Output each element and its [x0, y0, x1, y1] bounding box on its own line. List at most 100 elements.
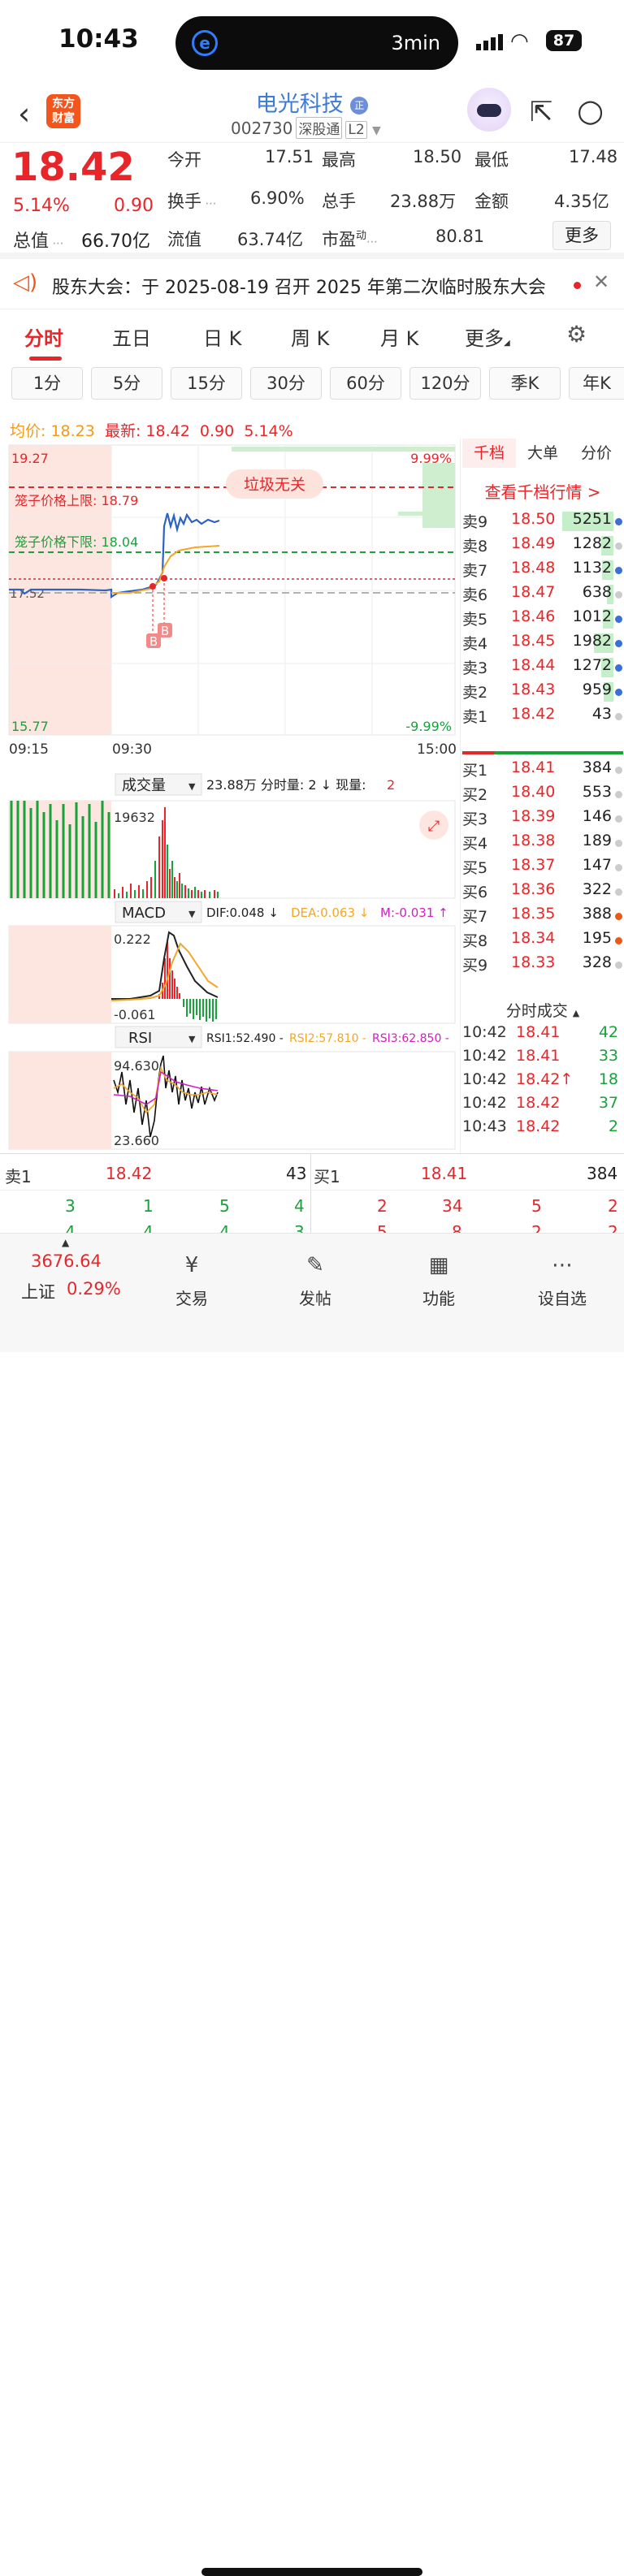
interval-60m[interactable]: 60分 [330, 367, 401, 400]
trade-price: 18.41 [516, 1023, 561, 1041]
macd-top-label: 0.222 [114, 931, 151, 947]
interval-15m[interactable]: 15分 [171, 367, 242, 400]
tab-thousand-level[interactable]: 千档 [462, 439, 516, 468]
svg-text:⤢: ⤢ [428, 818, 440, 835]
macd-dea: DEA:0.063 ↓ [291, 905, 369, 920]
chevron-down-icon: ▼ [372, 124, 381, 137]
trade-time: 10:42 [462, 1094, 507, 1112]
bid-row[interactable]: 买7 18.35 388 [461, 905, 624, 929]
island-timer: 3min [391, 32, 440, 54]
tab-big-orders[interactable]: 大单 [516, 439, 570, 468]
view-thousand-level-link[interactable]: 查看千档行情 > [461, 479, 624, 503]
intraday-chart-area[interactable]: 垃圾无关 19.27 15.77 17.52 9.99% -9.99% 笼子价格… [0, 439, 460, 1153]
bid-row[interactable]: 买6 18.36 322 [461, 880, 624, 905]
ask-price: 18.45 [511, 632, 556, 650]
change-percent: 5.14% [13, 196, 70, 216]
unread-dot [574, 282, 581, 289]
announcement-bar[interactable]: ◁) 股东大会：于 2025-08-19 召开 2025 年第二次临时股东大会 … [0, 259, 624, 309]
gear-icon[interactable]: ⚙ [566, 321, 587, 348]
ask-row[interactable]: 卖3 18.44 1272 [461, 656, 624, 681]
announcement-text[interactable]: 股东大会：于 2025-08-19 召开 2025 年第二次临时股东大会 [52, 273, 546, 299]
bid-row[interactable]: 买4 18.38 189 [461, 832, 624, 856]
stock-code-row[interactable]: 002730 深股通 L2 ▼ [231, 117, 381, 139]
add-watchlist-tab[interactable]: ⋯ 设自选 [518, 1251, 607, 1309]
index-value[interactable]: 3676.64 [31, 1251, 102, 1271]
ask-row[interactable]: 卖7 18.48 1132 [461, 559, 624, 583]
bid-queue-3: 5 [531, 1196, 542, 1216]
tab-five-day[interactable]: 五日 [112, 322, 151, 351]
tab-daily-k[interactable]: 日 K [203, 322, 241, 351]
high-label: 最高 [322, 150, 356, 170]
ask-row[interactable]: 卖9 18.50 5251 [461, 510, 624, 534]
ask-row[interactable]: 卖2 18.43 959 [461, 681, 624, 705]
trades-header[interactable]: 分时成交 ▲ [461, 999, 624, 1021]
last-percent: 5.14% [244, 422, 293, 440]
bid-row[interactable]: 买3 18.39 146 [461, 807, 624, 832]
y-top-label: 19.27 [11, 451, 49, 466]
ask-row[interactable]: 卖6 18.47 638 [461, 583, 624, 607]
bid-row[interactable]: 买9 18.33 328 [461, 953, 624, 978]
ask-row[interactable]: 卖4 18.45 1982 [461, 632, 624, 656]
upper-limit-label: 笼子价格上限: 18.79 [15, 493, 138, 508]
ask-row[interactable]: 卖8 18.49 1282 [461, 534, 624, 559]
order-dot-icon [615, 616, 622, 623]
interval-1m[interactable]: 1分 [11, 367, 83, 400]
macd-m: M:-0.031 ↑ [380, 905, 448, 920]
bid-price: 18.38 [511, 832, 556, 849]
bid-level-label: 买4 [462, 835, 488, 853]
order-book-tabs: 千档 大单 分价 [461, 439, 624, 468]
dynamic-island[interactable]: e 3min [176, 16, 458, 70]
pct-bottom-label: -9.99% [405, 719, 452, 734]
ask-volume: 1982 [572, 632, 612, 650]
ask-level-label: 卖5 [462, 611, 488, 629]
trade-time: 10:42 [462, 1070, 507, 1088]
tab-intraday[interactable]: 分时 [24, 322, 63, 361]
chevron-down-icon: ▼ [188, 781, 196, 792]
time-start-label: 09:15 [9, 741, 49, 758]
trade-volume: 18 [598, 1070, 618, 1088]
search-icon[interactable]: ○ [577, 93, 604, 128]
interval-120m[interactable]: 120分 [410, 367, 481, 400]
bid-row[interactable]: 买2 18.40 553 [461, 783, 624, 807]
ask-level-label: 卖4 [462, 635, 488, 653]
interval-30m[interactable]: 30分 [250, 367, 322, 400]
index-percent[interactable]: 0.29% [67, 1279, 121, 1299]
bid-row[interactable]: 买5 18.37 147 [461, 856, 624, 880]
interval-quarter-k[interactable]: 季K [489, 367, 561, 400]
bid-level-label: 买9 [462, 957, 488, 975]
pct-top-label: 9.99% [410, 451, 452, 466]
assistant-avatar[interactable] [467, 88, 511, 132]
interval-5m[interactable]: 5分 [91, 367, 162, 400]
ask-row[interactable]: 卖1 18.42 43 [461, 705, 624, 729]
trade-volume: 42 [598, 1023, 618, 1041]
function-tab[interactable]: ▦ 功能 [394, 1251, 483, 1309]
trade-tab[interactable]: ¥ 交易 [147, 1251, 236, 1309]
grid-icon: ▦ [428, 1253, 449, 1277]
bottom-level1-strip[interactable]: 卖1 18.42 43 买1 18.41 384 3 1 5 4 4 4 4 3… [0, 1153, 624, 1242]
bid-row[interactable]: 买8 18.34 195 [461, 929, 624, 953]
tab-monthly-k[interactable]: 月 K [380, 322, 418, 351]
tab-price-distribution[interactable]: 分价 [570, 439, 623, 468]
more-button[interactable]: 更多 [552, 221, 611, 250]
ask-volume: 959 [582, 681, 612, 698]
turnover-value: 6.90% [250, 188, 305, 208]
order-dot-icon [615, 518, 622, 525]
order-dot-icon [615, 937, 622, 944]
bid-level-label: 买7 [462, 908, 488, 926]
tab-more[interactable]: 更多◢ [465, 322, 510, 351]
index-name[interactable]: 上证 [21, 1279, 55, 1303]
tab-weekly-k[interactable]: 周 K [291, 322, 329, 351]
share-icon[interactable]: ⇱ [530, 96, 553, 128]
close-icon[interactable]: ✕ [593, 270, 609, 293]
bid-row[interactable]: 买1 18.41 384 [461, 759, 624, 783]
bid-volume: 328 [582, 953, 612, 971]
low-label: 最低 [474, 150, 509, 170]
interval-year-k[interactable]: 年K [569, 367, 624, 400]
ask-row[interactable]: 卖5 18.46 1012 [461, 607, 624, 632]
ask-price: 18.50 [511, 510, 556, 528]
post-tab[interactable]: ✎ 发帖 [271, 1251, 360, 1309]
bid-price: 18.37 [511, 856, 556, 874]
ask-volume: 43 [592, 705, 612, 723]
home-indicator [202, 2568, 422, 2576]
rsi1-value: RSI1:52.490 - [206, 1032, 284, 1045]
